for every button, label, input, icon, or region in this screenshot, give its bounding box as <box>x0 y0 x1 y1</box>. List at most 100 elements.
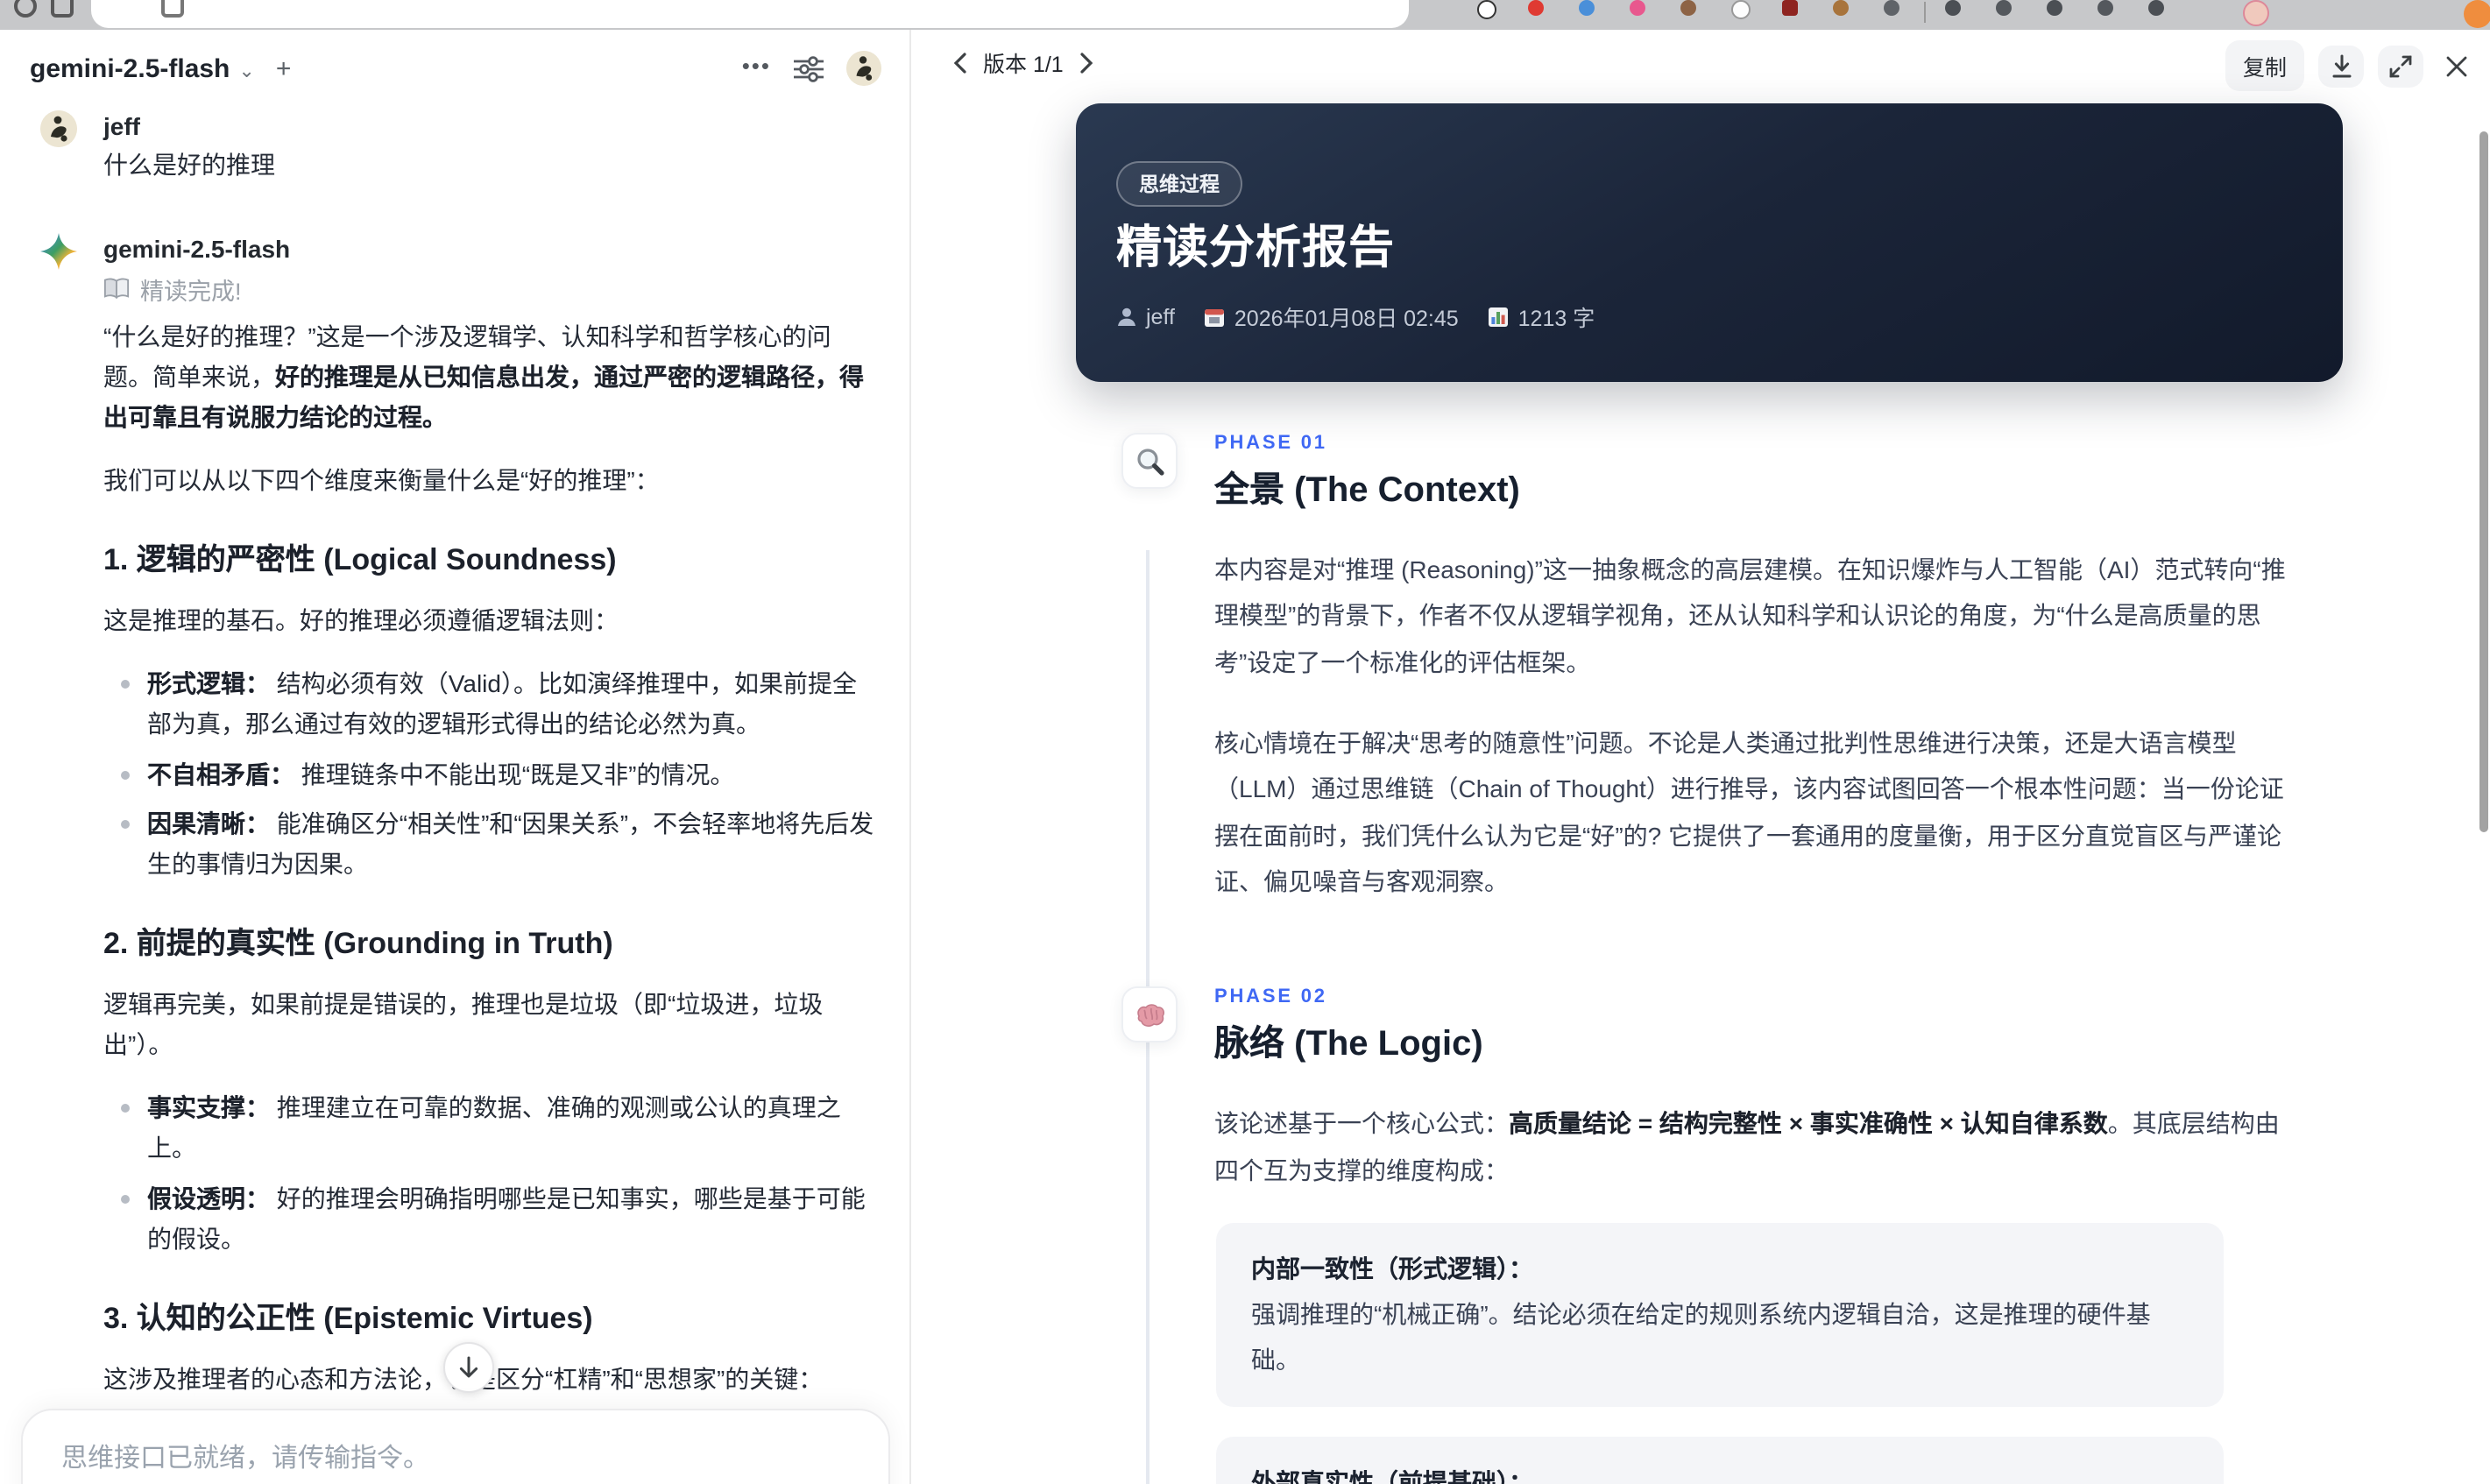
message-author: jeff <box>103 112 140 140</box>
extension-icon[interactable] <box>1884 0 1899 16</box>
composer: 思维接口已就绪，请传输指令。 + <box>21 1409 890 1484</box>
arrow-down-icon <box>459 1356 478 1378</box>
bullet-text: 推理链条中不能出现“既是又非”的情况。 <box>301 760 735 788</box>
extension-icon[interactable] <box>1833 0 1849 16</box>
phase-title: 全景 (The Context) <box>1214 471 1520 510</box>
version-label: 版本 1/1 <box>983 53 1064 77</box>
message-author: gemini-2.5-flash <box>103 234 291 263</box>
chat-header: gemini-2.5-flash ⌄ + ••• <box>0 30 909 96</box>
tab-favicon <box>161 0 184 18</box>
bullet-item: 假设透明： 好的推理会明确指明哪些是已知事实，哪些是基于可能的假设。 <box>103 1179 878 1260</box>
section-heading: 1. 逻辑的严密性 (Logical Soundness) <box>103 542 617 576</box>
assistant-status: 精读完成! <box>103 272 878 307</box>
logic-box: 内部一致性（形式逻辑）： 强调推理的“机械正确”。结论必须在给定的规则系统内逻辑自… <box>1216 1222 2224 1407</box>
close-panel-button[interactable] <box>2437 45 2476 87</box>
user-avatar[interactable] <box>846 51 881 86</box>
report-meta: jeff 2026年01月08日 02:45 1213 字 <box>1116 300 1595 333</box>
app-window: gemini-2.5-flash ⌄ + ••• jeff 什么是好的推理 ge… <box>0 30 2490 1484</box>
chat-scroll-area[interactable]: jeff 什么是好的推理 gemini-2.5-flash 精读完成! “什么是… <box>0 100 909 1484</box>
assistant-message: gemini-2.5-flash 精读完成! “什么是好的推理？”这是一个涉及逻… <box>40 231 878 1484</box>
phase-paragraph: 该论述基于一个核心公式：高质量结论 = 结构完整性 × 事实准确性 × 认知自律… <box>1214 1100 2295 1192</box>
book-icon <box>103 279 130 300</box>
browser-address-bar[interactable] <box>91 0 1409 28</box>
assistant-message-body: “什么是好的推理？”这是一个涉及逻辑学、认知科学和哲学核心的问题。简单来说，好的… <box>103 317 878 1484</box>
logic-box-title: 外部真实性（前提基础）： <box>1251 1467 1533 1484</box>
copy-button[interactable]: 复制 <box>2225 40 2304 91</box>
bullet-item: 事实支撑： 推理建立在可靠的数据、准确的观测或公认的真理之上。 <box>103 1088 878 1169</box>
expand-icon <box>2389 54 2412 77</box>
bar-chart-icon <box>1489 307 1509 326</box>
bullet-item: 形式逻辑： 结构必须有效（Valid）。比如演绎推理中，如果前提全部为真，那么通… <box>103 663 878 744</box>
bullet-list: 形式逻辑： 结构必须有效（Valid）。比如演绎推理中，如果前提全部为真，那么通… <box>103 663 878 886</box>
close-icon <box>2446 55 2467 76</box>
extension-icon[interactable] <box>1477 0 1496 19</box>
user-message-text: 什么是好的推理 <box>103 151 275 179</box>
extension-icon[interactable] <box>1528 0 1544 16</box>
phase-label: PHASE 01 <box>1214 433 1327 454</box>
more-options-button[interactable]: ••• <box>742 52 771 78</box>
message-paragraph: 这是推理的基石。好的推理必须遵循逻辑法则： <box>103 600 878 640</box>
phase-paragraphs: 本内容是对“推理 (Reasoning)”这一抽象概念的高层建模。在知识爆炸与人… <box>1214 547 2295 904</box>
browser-back-icon[interactable] <box>14 0 37 18</box>
extension-icon[interactable] <box>1731 0 1751 19</box>
browser-profile-avatar[interactable] <box>2243 0 2269 26</box>
bullet-label: 形式逻辑： <box>147 668 277 697</box>
model-selector[interactable]: gemini-2.5-flash <box>30 53 230 83</box>
chat-panel: gemini-2.5-flash ⌄ + ••• jeff 什么是好的推理 ge… <box>0 30 909 1484</box>
download-icon <box>2331 53 2351 77</box>
toolbar-icon[interactable] <box>2148 0 2164 16</box>
toolbar-icon[interactable] <box>2097 0 2113 16</box>
status-text: 精读完成! <box>140 278 242 305</box>
composer-input[interactable]: 思维接口已就绪，请传输指令。 <box>61 1438 429 1475</box>
person-icon <box>1118 307 1135 325</box>
message-paragraph: “什么是好的推理？”这是一个涉及逻辑学、认知科学和哲学核心的问题。简单来说，好的… <box>103 317 878 438</box>
download-button[interactable] <box>2318 45 2364 87</box>
text-run: 该论述基于一个核心公式： <box>1214 1109 1509 1138</box>
bullet-label: 事实支撑： <box>147 1093 277 1122</box>
screen: { "left_panel": { "header": { "model_nam… <box>0 0 2490 1484</box>
chevron-right-icon[interactable] <box>1079 52 1093 73</box>
extension-icon[interactable] <box>1579 0 1595 16</box>
extension-icon[interactable] <box>1680 0 1696 16</box>
scroll-to-bottom-button[interactable] <box>443 1342 494 1393</box>
extension-icon[interactable] <box>1630 0 1645 16</box>
logic-dimension-boxes: 内部一致性（形式逻辑）： 强调推理的“机械正确”。结论必须在给定的规则系统内逻辑自… <box>1216 1222 2224 1484</box>
text-run: 高质量结论 = 结构完整性 × 事实准确性 × 认知自律系数 <box>1509 1109 2108 1138</box>
browser-toolbar <box>0 0 2490 30</box>
bullet-label: 因果清晰： <box>147 809 277 838</box>
extension-icon[interactable] <box>1782 0 1798 16</box>
toolbar-icon[interactable] <box>1996 0 2012 16</box>
text-run: 这是推理的基石。好的推理必须遵循逻辑法则： <box>103 605 619 634</box>
extension-icon[interactable] <box>2464 0 2490 28</box>
toolbar-icon[interactable] <box>2047 0 2062 16</box>
browser-apps-icon[interactable] <box>51 0 74 18</box>
bullet-item: 不自相矛盾： 推理链条中不能出现“既是又非”的情况。 <box>103 754 878 795</box>
logic-box: 外部真实性（前提基础）：强调推理的“经验校准”。解决“GIGO（垃圾进，垃圾出）… <box>1216 1436 2224 1484</box>
message-paragraph: 逻辑再完美，如果前提是错误的，推理也是垃圾（即“垃圾进，垃圾出”）。 <box>103 985 878 1065</box>
toolbar-icon[interactable] <box>1945 0 1961 16</box>
tune-settings-button[interactable] <box>794 55 824 81</box>
phase-label: PHASE 02 <box>1214 986 1327 1008</box>
scrollbar-thumb[interactable] <box>2479 131 2488 832</box>
chevron-down-icon[interactable]: ⌄ <box>238 59 254 81</box>
phase-section-2: PHASE 02 脉络 (The Logic) 该论述基于一个核心公式：高质量结… <box>1076 986 2476 1484</box>
version-navigator: 版本 1/1 <box>953 46 1093 79</box>
new-chat-button[interactable]: + <box>276 53 292 83</box>
text-run: 核心情境在于解决“思考的随意性”问题。不论是人类通过批判性思维进行决策，还是大语… <box>1214 728 2284 895</box>
text-run: 我们可以从以下四个维度来衡量什么是“好的推理”： <box>103 465 660 494</box>
phase-paragraphs: 该论述基于一个核心公式：高质量结论 = 结构完整性 × 事实准确性 × 认知自律… <box>1214 1100 2295 1192</box>
bullet-label: 不自相矛盾： <box>147 760 301 788</box>
user-avatar <box>40 110 77 147</box>
phase-paragraph: 本内容是对“推理 (Reasoning)”这一抽象概念的高层建模。在知识爆炸与人… <box>1214 547 2295 685</box>
text-run: 逻辑再完美，如果前提是错误的，推理也是垃圾（即“垃圾进，垃圾出”）。 <box>103 990 824 1059</box>
phase-paragraph: 核心情境在于解决“思考的随意性”问题。不论是人类通过批判性思维进行决策，还是大语… <box>1214 720 2295 905</box>
report-title: 精读分析报告 <box>1116 221 1396 273</box>
artifact-scroll-area[interactable]: 思维过程 精读分析报告 jeff 2026年01月08日 02:45 1213 … <box>911 103 2476 1484</box>
artifact-panel: 版本 1/1 复制 思维过程 精读分析报告 jeff 2026年01月08日 0… <box>911 30 2490 1484</box>
magnifier-icon <box>1121 433 1178 489</box>
logic-box-body: 强调推理的“机械正确”。结论必须在给定的规则系统内逻辑自洽，这是推理的硬件基础。 <box>1251 1299 2151 1374</box>
user-message: jeff 什么是好的推理 <box>40 109 878 186</box>
phase-title: 脉络 (The Logic) <box>1214 1025 1483 1064</box>
fullscreen-button[interactable] <box>2378 45 2423 87</box>
chevron-left-icon[interactable] <box>953 52 967 73</box>
